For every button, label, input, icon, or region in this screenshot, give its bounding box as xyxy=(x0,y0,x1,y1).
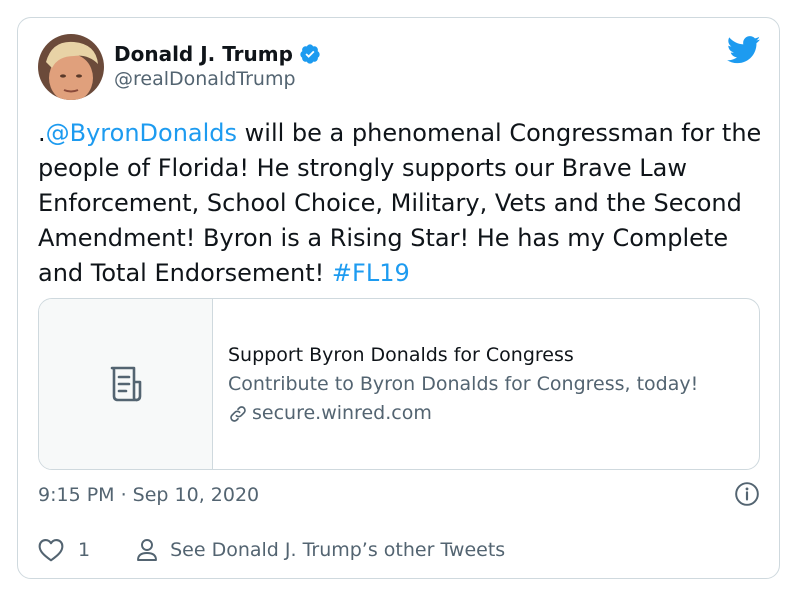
link-icon xyxy=(230,405,246,422)
mention-link[interactable]: @ByronDonalds xyxy=(46,119,237,147)
other-tweets-label[interactable]: See Donald J. Trump’s other Tweets xyxy=(170,539,505,561)
like-count[interactable]: 1 xyxy=(78,539,90,561)
twitter-bird-icon[interactable] xyxy=(727,36,761,64)
tweet-actions-bar: 1 See Donald J. Trump’s other Tweets xyxy=(38,538,505,562)
heart-icon[interactable] xyxy=(38,538,64,562)
author-handle[interactable]: @realDonaldTrump xyxy=(114,68,296,90)
hashtag-link[interactable]: #FL19 xyxy=(332,259,410,287)
tweet-prefix: . xyxy=(38,119,46,147)
verified-badge-icon xyxy=(300,44,320,64)
link-card-text: Support Byron Donalds for Congress Contr… xyxy=(228,341,698,428)
avatar[interactable] xyxy=(38,34,104,100)
tweet-timestamp[interactable]: 9:15 PM · Sep 10, 2020 xyxy=(38,484,259,506)
person-icon xyxy=(137,539,158,561)
document-icon xyxy=(110,366,141,402)
link-card-title: Support Byron Donalds for Congress xyxy=(228,344,574,366)
tweet-text: .@ByronDonalds will be a phenomenal Cong… xyxy=(38,116,768,291)
link-card-thumbnail xyxy=(39,299,213,469)
tweet-embed-card: Donald J. Trump @realDonaldTrump .@Byron… xyxy=(17,17,780,579)
other-tweets-link[interactable]: See Donald J. Trump’s other Tweets xyxy=(136,538,505,562)
author-name[interactable]: Donald J. Trump xyxy=(114,42,293,66)
link-card-domain: secure.winred.com xyxy=(252,402,432,424)
link-preview-card[interactable]: Support Byron Donalds for Congress Contr… xyxy=(38,298,760,470)
link-card-domain-row: secure.winred.com xyxy=(228,399,698,428)
info-icon[interactable] xyxy=(734,481,760,507)
link-card-description: Contribute to Byron Donalds for Congress… xyxy=(228,373,699,395)
author-name-row[interactable]: Donald J. Trump xyxy=(114,42,321,66)
avatar-image xyxy=(38,34,104,100)
